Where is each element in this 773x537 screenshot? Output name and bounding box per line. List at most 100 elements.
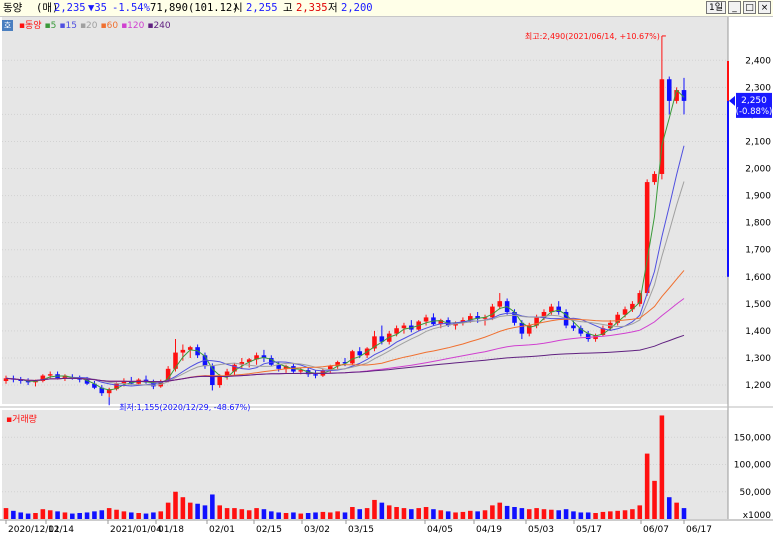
volume-bar [121,511,127,519]
volume-bar [187,502,193,519]
volume-bar [99,510,105,519]
volume-ratio: (101.12) [188,2,239,14]
volume-tick-label: 50,000 [740,488,772,498]
stock-name[interactable]: 동양 [3,0,22,16]
candle-body [224,371,230,376]
maximize-button[interactable]: □ [743,1,756,14]
close-button[interactable]: × [758,1,771,14]
volume-bar [106,508,112,519]
volume-bar [143,513,149,519]
volume-bar [563,509,569,519]
settings-icon[interactable]: 호 [2,20,13,31]
volume-bar [637,505,643,519]
volume-bar [47,510,53,519]
range-bar-up [727,60,729,101]
price-tick-label: 1,800 [745,219,771,229]
volume-bar [298,513,304,519]
high-value: 2,335 [296,2,328,14]
legend-ma-120: ▪120 [121,21,145,31]
x-tick-label: 05/03 [528,525,554,535]
volume-bar [674,502,679,519]
volume-bar [497,502,503,519]
price-tick-label: 2,100 [745,137,771,147]
volume-bar [261,509,267,519]
volume-bar [571,511,576,519]
price-marker-pct: (-0.88%) [736,107,773,117]
volume-tick-label: 100,000 [734,461,771,471]
volume-bar [615,510,620,519]
volume-bar [401,508,407,519]
x-tick-label: 04/19 [476,525,502,535]
volume-bar [3,508,9,519]
volume-bar [158,511,164,519]
candle-body [350,351,355,364]
low-annotation: 최저:1,155(2020/12/29, -48.67%) [119,402,250,412]
x-tick-label: 02/01 [209,525,235,535]
volume-bar [394,507,399,519]
volume-bar [386,505,392,519]
current-price: 2,235 [54,2,86,14]
volume-bar [33,513,38,519]
volume-bar [681,508,687,519]
high-label: 고 [283,2,293,14]
volume-bar [62,512,68,519]
volume-bar [180,497,186,519]
volume-bar [519,508,525,519]
volume-bar [283,513,289,519]
volume-bar [291,512,296,519]
x-tick-label: 06/17 [686,525,712,535]
volume-bar [431,509,436,519]
x-tick-label: 01/18 [158,525,184,535]
volume-bar [364,508,370,519]
volume-bar [173,491,178,519]
volume-bar [445,511,451,519]
x-tick-label: 02/15 [256,525,282,535]
quote-header: 동양 (매) 2,235 ▼35 -1.54% 71,890 (101.12) … [0,0,773,17]
minimize-button[interactable]: _ [728,1,741,14]
volume-bar [305,513,311,519]
volume-bar [438,510,444,519]
volume-bar [70,513,75,519]
volume-bar [585,512,591,519]
candle-body [313,374,318,376]
legend-ma-20: ▪20 [79,21,98,31]
open-label: 시 [233,2,243,14]
candle-body [423,317,429,322]
chart-legend: 호 ▪동양 ▪5 ▪15 ▪20 ▪60 ▪120 ▪240 [2,18,174,31]
volume-bar [114,509,119,519]
volume-bar [232,508,237,519]
window-controls: 1일 _ □ × [705,1,771,14]
legend-ma-240: ▪240 [147,21,171,31]
volume-bar [644,453,650,519]
candle-body [644,182,650,294]
volume-bar [55,511,60,519]
volume-bar [217,505,223,519]
volume-bar [453,512,458,519]
open-value: 2,255 [246,2,278,14]
volume-bar [25,513,31,519]
volume-tick-label: x1000 [743,511,772,521]
volume-bar [372,499,377,519]
x-tick-label: 03/02 [304,525,330,535]
candle-body [497,301,503,307]
volume-bar [652,480,657,519]
volume-bar [409,509,414,519]
price-chart[interactable]: ▪거래량2,4002,3002,2002,1002,0001,9001,8001… [0,17,773,537]
volume-bar [40,509,46,519]
volume-bar [490,505,495,519]
volume-bar [335,511,340,519]
volume-bar [128,512,134,519]
volume-bar [165,502,171,519]
candle-body [47,374,53,376]
period-button[interactable]: 1일 [705,1,726,14]
volume-bar [423,507,429,519]
candle-body [666,79,672,101]
price-pane [2,17,728,404]
volume-bar [151,512,156,519]
volume-bar [239,509,245,519]
x-tick-label: 03/15 [348,525,374,535]
candle-body [490,306,495,318]
legend-ma-15: ▪15 [59,21,77,31]
candle-body [652,173,657,183]
volume-bar [467,510,473,519]
